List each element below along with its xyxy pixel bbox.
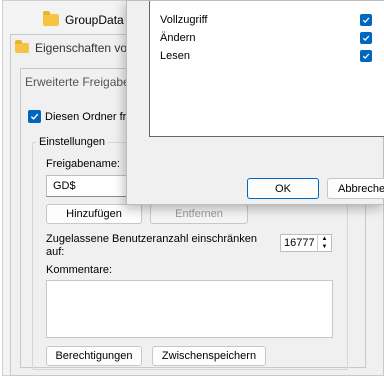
permissions-button[interactable]: Berechtigungen xyxy=(46,346,142,366)
screenshot-canvas: GroupData Eigenschaften vo Erweiterte Fr… xyxy=(0,0,384,376)
checkbox-checked-icon xyxy=(28,110,41,123)
advanced-sharing-title: Erweiterte Freigabe xyxy=(25,75,130,89)
share-folder-label: Diesen Ordner fre xyxy=(45,110,133,123)
properties-title: Eigenschaften vo xyxy=(35,41,128,55)
share-name-value: GD$ xyxy=(53,180,76,192)
cancel-button[interactable]: Abbrechen xyxy=(327,178,384,199)
comments-textarea[interactable] xyxy=(46,280,333,338)
comments-label: Kommentare: xyxy=(46,264,113,276)
folder-icon xyxy=(15,40,29,53)
permissions-dialog: Vollzugriff Ändern Lesen OK Abbrechen xyxy=(126,0,384,205)
stepper-up-icon[interactable]: ▲ xyxy=(318,235,331,243)
stepper-arrows: ▲ ▼ xyxy=(317,235,331,251)
add-button[interactable]: Hinzufügen xyxy=(46,204,142,224)
allow-checkbox[interactable] xyxy=(360,14,372,26)
share-folder-checkbox[interactable]: Diesen Ordner fre xyxy=(28,110,132,123)
user-limit-value: 16777 xyxy=(284,237,315,249)
permission-label: Vollzugriff xyxy=(160,14,208,26)
settings-legend: Einstellungen xyxy=(36,136,109,148)
user-limit-label: Zugelassene Benutzeranzahl einschränken … xyxy=(46,233,257,259)
permissions-list: Vollzugriff Ändern Lesen xyxy=(149,1,384,137)
user-limit-stepper[interactable]: 16777 ▲ ▼ xyxy=(280,234,332,252)
explorer-tab-title: GroupData xyxy=(65,13,124,27)
stepper-down-icon[interactable]: ▼ xyxy=(318,243,331,251)
ok-button[interactable]: OK xyxy=(247,178,319,199)
remove-button[interactable]: Entfernen xyxy=(150,204,248,224)
permission-label: Ändern xyxy=(160,32,196,44)
user-limit-label-line1: Zugelassene Benutzeranzahl einschränken xyxy=(46,233,257,245)
explorer-tab[interactable]: GroupData xyxy=(43,9,124,31)
cache-button[interactable]: Zwischenspeichern xyxy=(152,346,266,366)
permission-row: Lesen xyxy=(160,47,384,65)
permission-label: Lesen xyxy=(160,50,190,62)
properties-titlebar[interactable]: Eigenschaften vo xyxy=(15,40,128,55)
permission-row: Ändern xyxy=(160,29,384,47)
permission-row: Vollzugriff xyxy=(160,11,384,29)
user-limit-label-line2: auf: xyxy=(46,246,65,258)
allow-checkbox[interactable] xyxy=(360,32,372,44)
share-name-label: Freigabename: xyxy=(46,158,120,170)
allow-checkbox[interactable] xyxy=(360,50,372,62)
folder-icon xyxy=(43,11,59,26)
